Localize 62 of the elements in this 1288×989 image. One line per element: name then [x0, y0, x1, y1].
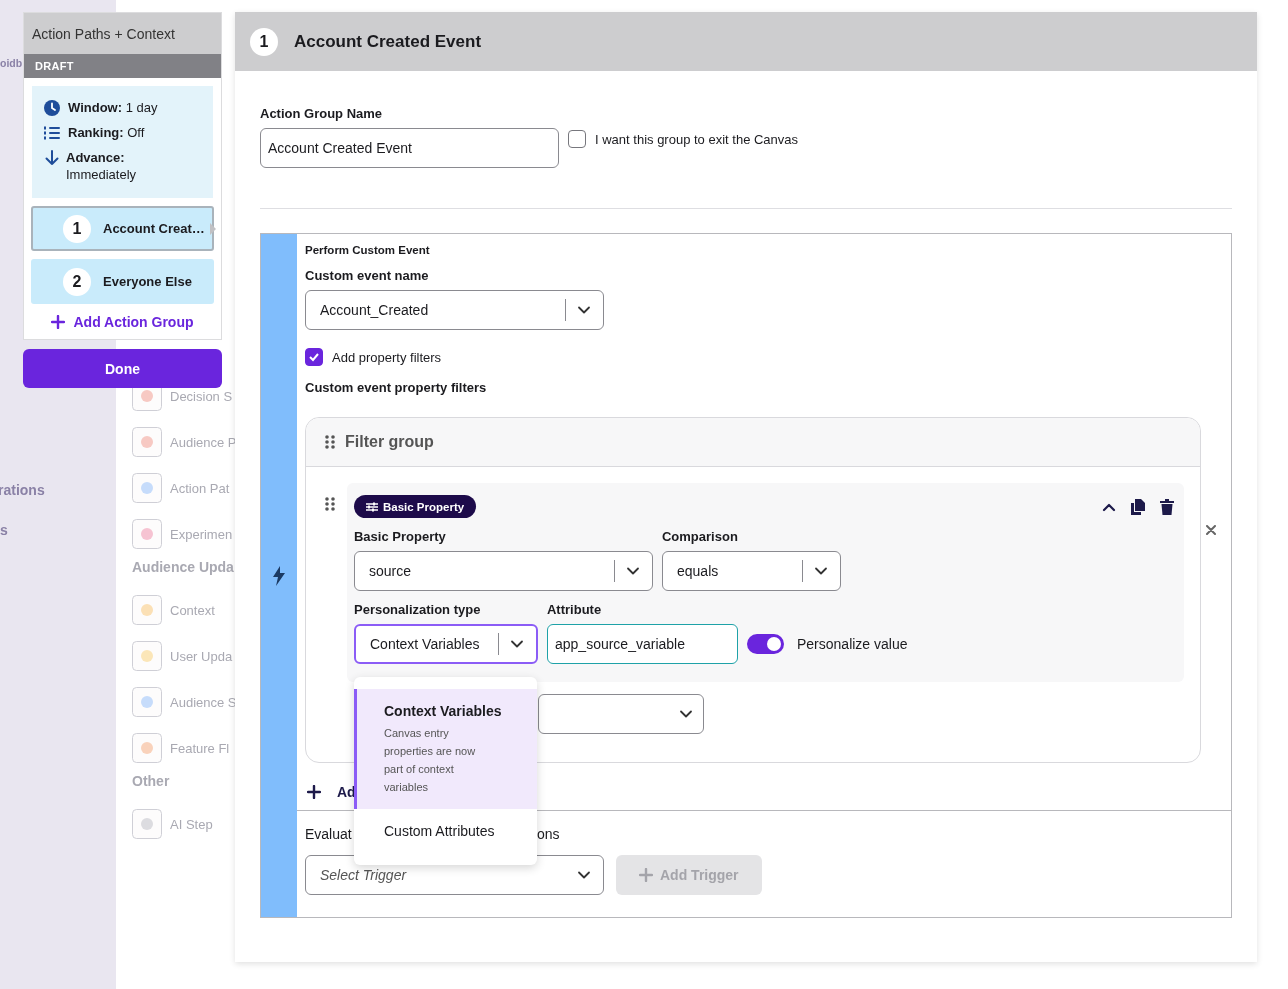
personalization-select[interactable]: Context Variables	[354, 624, 538, 664]
action-group-item[interactable]: 2 Everyone Else	[31, 259, 214, 304]
toggle-label: Personalize value	[797, 636, 908, 652]
dropdown-option[interactable]: Context Variables Canvas entry properties are now part of context variables	[354, 689, 537, 809]
clock-icon	[44, 100, 60, 116]
status-bar: DRAFT	[24, 54, 221, 78]
field-label: Action Group Name	[260, 106, 384, 121]
checkbox[interactable]	[305, 348, 323, 366]
trash-icon[interactable]	[1160, 498, 1174, 515]
plus-icon	[639, 868, 653, 882]
setting-text: Advance: Immediately	[66, 149, 137, 183]
step-number: 1	[250, 27, 278, 56]
input-field[interactable]: Account Created Event	[260, 128, 559, 168]
checkbox[interactable]	[568, 130, 586, 148]
tile-icon	[132, 473, 162, 503]
checkbox-label: I want this group to exit the Canvas	[595, 131, 799, 147]
copy-icon[interactable]	[1131, 498, 1145, 515]
setting-text: Ranking: Off	[68, 124, 145, 141]
panel-title: Action Paths + Context	[24, 13, 221, 54]
checkmark-icon	[308, 351, 320, 363]
drag-handle-icon[interactable]	[325, 435, 335, 449]
toggle-switch[interactable]	[747, 634, 784, 654]
tile-icon	[132, 809, 162, 839]
filter-group-title: Filter group	[345, 433, 434, 451]
sliders-icon	[366, 501, 378, 512]
field-label: Personalization type	[354, 602, 482, 617]
section-text: Evaluat	[305, 826, 352, 842]
editor-title: Account Created Event	[294, 31, 482, 52]
field-label: Attribute	[547, 602, 603, 617]
done-button[interactable]: Done	[23, 349, 222, 388]
tile-icon	[132, 733, 162, 763]
tile-icon	[132, 427, 162, 457]
tile-icon	[132, 687, 162, 717]
field-label: Basic Property	[354, 529, 447, 544]
field-label: Custom event property filters	[305, 380, 487, 395]
property-select[interactable]: source	[354, 551, 653, 591]
tile-icon	[132, 519, 162, 549]
numbered-list-icon	[44, 125, 60, 141]
plus-icon	[51, 315, 66, 329]
tile-icon	[132, 641, 162, 671]
menu-section-title: Audience Upda	[132, 559, 234, 577]
setting-text: Window: 1 day	[68, 99, 158, 116]
event-name-select[interactable]: Account_Created	[305, 290, 604, 330]
drag-handle-icon[interactable]	[325, 497, 335, 511]
checkbox-label: Add property filters	[332, 349, 442, 365]
filter-type-tag: Basic Property	[354, 495, 477, 518]
dropdown-option[interactable]: Custom Attributes	[354, 809, 537, 853]
comparison-select[interactable]: equals	[662, 551, 841, 591]
action-type-title: Perform Custom Event	[305, 244, 430, 256]
menu-section-title: Other	[132, 773, 170, 791]
tile-icon	[132, 595, 162, 625]
arrow-down-icon	[44, 150, 60, 166]
section-text: ons	[537, 826, 560, 842]
close-icon[interactable]	[1206, 525, 1216, 535]
field-label: Custom event name	[305, 268, 429, 283]
input-field[interactable]: app_source_variable	[547, 624, 738, 664]
add-action-group-link[interactable]: Add Action Group	[24, 314, 221, 330]
plus-icon	[307, 785, 321, 799]
value-select[interactable]	[538, 694, 704, 734]
option-description: Canvas entry properties are now part of context variables	[384, 726, 477, 795]
lightning-icon	[272, 565, 286, 586]
field-label: Comparison	[662, 529, 739, 544]
